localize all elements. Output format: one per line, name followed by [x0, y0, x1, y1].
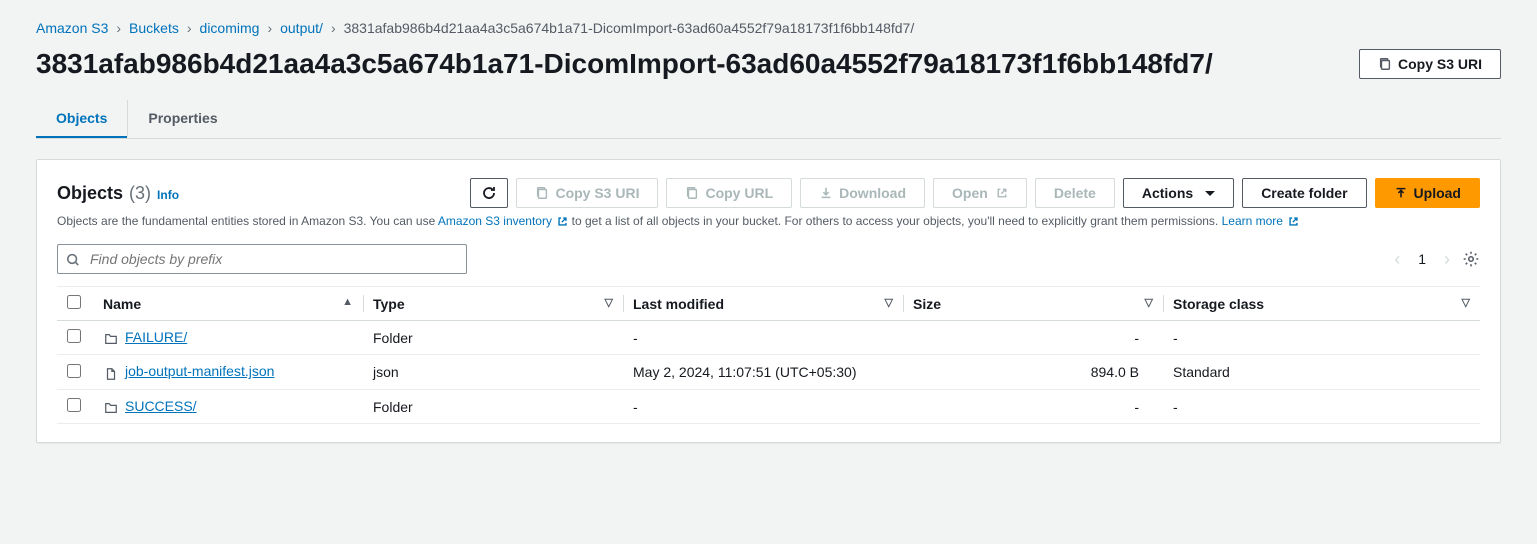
breadcrumb-link-output[interactable]: output/ — [280, 20, 323, 36]
folder-icon — [103, 399, 119, 415]
breadcrumb-link-bucket[interactable]: dicomimg — [200, 20, 260, 36]
tab-properties[interactable]: Properties — [127, 100, 237, 138]
open-button: Open — [933, 178, 1027, 208]
upload-button[interactable]: Upload — [1375, 178, 1480, 208]
cell-type: json — [363, 355, 623, 389]
objects-panel: Objects (3) Info Copy S3 URI Copy URL — [36, 159, 1501, 443]
row-checkbox[interactable] — [67, 329, 81, 343]
cell-type: Folder — [363, 389, 623, 423]
chevron-icon: › — [267, 20, 272, 36]
object-link[interactable]: FAILURE/ — [125, 329, 187, 345]
cell-storage: - — [1163, 321, 1480, 355]
col-modified-header[interactable]: Last modified — [633, 296, 724, 312]
object-count: (3) — [129, 183, 151, 204]
cell-size: 894.0 B — [903, 355, 1163, 389]
cell-storage: Standard — [1163, 355, 1480, 389]
toolbar: Copy S3 URI Copy URL Download Open Delet… — [470, 178, 1480, 208]
cell-modified: May 2, 2024, 11:07:51 (UTC+05:30) — [623, 355, 903, 389]
prev-page-icon: ‹ — [1394, 249, 1400, 270]
search-input[interactable] — [57, 244, 467, 274]
cell-size: - — [903, 321, 1163, 355]
object-link[interactable]: job-output-manifest.json — [125, 363, 274, 379]
select-all-checkbox[interactable] — [67, 295, 81, 309]
breadcrumb: Amazon S3 › Buckets › dicomimg › output/… — [36, 20, 1501, 36]
copy-url-label: Copy URL — [705, 185, 773, 201]
table-row: SUCCESS/Folder--- — [57, 389, 1480, 423]
chevron-icon: › — [331, 20, 336, 36]
folder-icon — [103, 330, 119, 346]
delete-button: Delete — [1035, 178, 1115, 208]
actions-label: Actions — [1142, 185, 1193, 201]
pagination-controls: ‹ 1 › — [1394, 249, 1480, 270]
copy-url-button: Copy URL — [666, 178, 792, 208]
settings-button[interactable] — [1462, 250, 1480, 268]
refresh-icon — [481, 185, 497, 201]
cell-size: - — [903, 389, 1163, 423]
copy-icon — [535, 186, 549, 200]
copy-icon — [1378, 57, 1392, 71]
next-page-icon: › — [1444, 249, 1450, 270]
external-icon — [996, 187, 1008, 199]
col-storage-header[interactable]: Storage class — [1173, 296, 1264, 312]
refresh-button[interactable] — [470, 178, 508, 208]
upload-label: Upload — [1414, 185, 1461, 201]
actions-dropdown[interactable]: Actions — [1123, 178, 1234, 208]
copy-s3-uri-button[interactable]: Copy S3 URI — [1359, 49, 1501, 79]
col-type-header[interactable]: Type — [373, 296, 405, 312]
learn-more-link[interactable]: Learn more — [1222, 214, 1300, 228]
page-number: 1 — [1412, 251, 1432, 267]
cell-type: Folder — [363, 321, 623, 355]
file-icon — [103, 365, 119, 381]
panel-description: Objects are the fundamental entities sto… — [57, 214, 1480, 228]
row-checkbox[interactable] — [67, 398, 81, 412]
copy-s3-uri-toolbar: Copy S3 URI — [516, 178, 658, 208]
col-name-header[interactable]: Name — [103, 296, 141, 312]
object-link[interactable]: SUCCESS/ — [125, 398, 197, 414]
panel-title-text: Objects — [57, 183, 123, 204]
filter-icon: ▽ — [1462, 296, 1470, 309]
panel-title: Objects (3) Info — [57, 183, 179, 204]
filter-icon: ▽ — [605, 296, 613, 309]
download-label: Download — [839, 185, 906, 201]
col-size-header[interactable]: Size — [913, 296, 941, 312]
copy-icon — [685, 186, 699, 200]
search-icon — [66, 251, 80, 267]
table-row: FAILURE/Folder--- — [57, 321, 1480, 355]
search-wrapper — [57, 244, 467, 274]
desc-pre: Objects are the fundamental entities sto… — [57, 214, 438, 228]
tabs: Objects Properties — [36, 100, 1501, 139]
external-icon — [557, 216, 568, 227]
delete-label: Delete — [1054, 185, 1096, 201]
page-title: 3831afab986b4d21aa4a3c5a674b1a71-DicomIm… — [36, 48, 1343, 80]
download-button: Download — [800, 178, 925, 208]
cell-storage: - — [1163, 389, 1480, 423]
breadcrumb-link-s3[interactable]: Amazon S3 — [36, 20, 108, 36]
inventory-link[interactable]: Amazon S3 inventory — [438, 214, 568, 228]
chevron-icon: › — [187, 20, 192, 36]
row-checkbox[interactable] — [67, 364, 81, 378]
filter-icon: ▽ — [1145, 296, 1153, 309]
cell-modified: - — [623, 389, 903, 423]
breadcrumb-current: 3831afab986b4d21aa4a3c5a674b1a71-DicomIm… — [344, 20, 915, 36]
open-label: Open — [952, 185, 988, 201]
objects-table: Name ▲ Type ▽ Last modified ▽ Size ▽ Storage… — [57, 286, 1480, 424]
chevron-icon: › — [116, 20, 121, 36]
table-row: job-output-manifest.json jsonMay 2, 2024,… — [57, 355, 1480, 389]
external-icon — [1288, 216, 1299, 227]
upload-icon — [1394, 186, 1408, 200]
gear-icon — [1462, 250, 1480, 268]
tab-objects[interactable]: Objects — [36, 100, 127, 138]
copy-s3-uri-label: Copy S3 URI — [555, 185, 639, 201]
download-icon — [819, 186, 833, 200]
filter-icon: ▽ — [885, 296, 893, 309]
sort-asc-icon: ▲ — [342, 296, 353, 308]
create-folder-button[interactable]: Create folder — [1242, 178, 1366, 208]
create-folder-label: Create folder — [1261, 185, 1347, 201]
info-link[interactable]: Info — [157, 188, 179, 202]
copy-s3-uri-label: Copy S3 URI — [1398, 56, 1482, 72]
cell-modified: - — [623, 321, 903, 355]
breadcrumb-link-buckets[interactable]: Buckets — [129, 20, 179, 36]
desc-mid: to get a list of all objects in your buc… — [568, 214, 1221, 228]
